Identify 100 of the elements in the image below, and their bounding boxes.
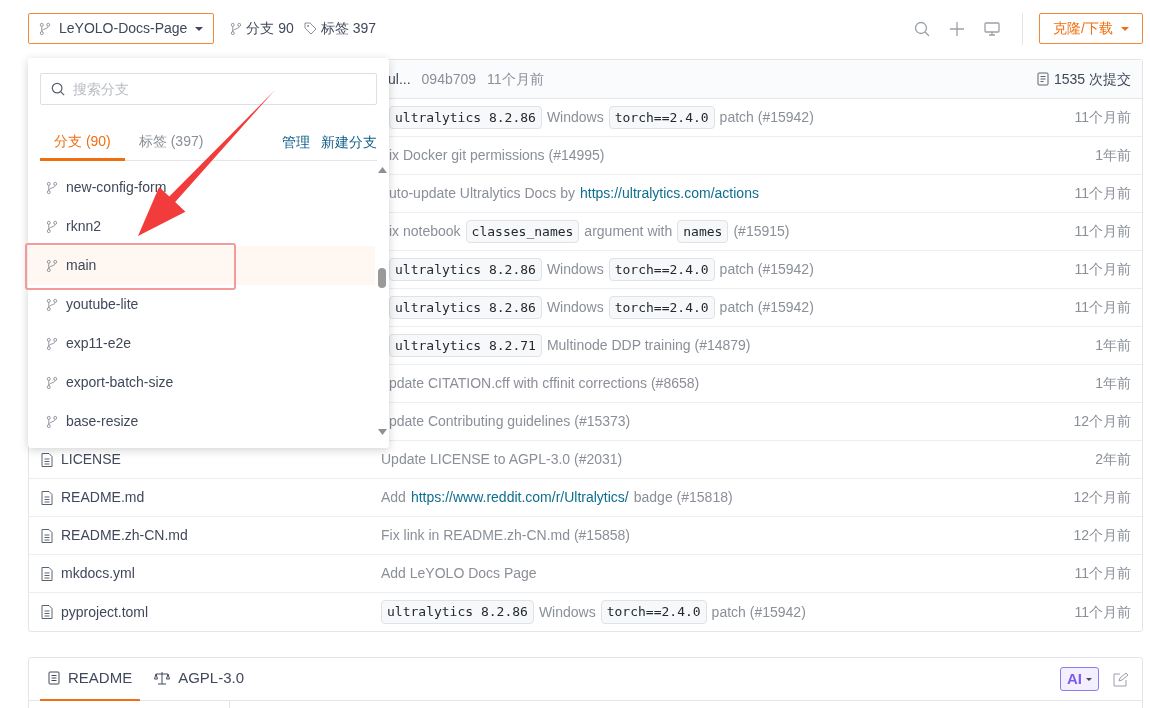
commit-message: Update LICENSE to AGPL-3.0 (#2031) — [381, 450, 623, 469]
scroll-down-icon — [377, 429, 387, 435]
branches-link[interactable]: 分支 90 — [230, 18, 294, 39]
commit-message[interactable]: ul... — [388, 68, 411, 90]
branch-icon — [39, 21, 51, 36]
search-icon[interactable] — [914, 20, 931, 37]
caret-icon — [1086, 677, 1092, 681]
edit-icon[interactable] — [1113, 671, 1128, 687]
branch-icon — [230, 21, 243, 36]
code-snippet: torch==2.4.0 — [600, 600, 707, 624]
caret-icon — [1121, 26, 1129, 31]
branch-icon — [46, 414, 58, 429]
scrollbar-thumb[interactable] — [378, 268, 386, 288]
commit-time: 11个月前 — [1074, 298, 1131, 317]
file-icon — [41, 605, 53, 619]
commit-message: Fix link in README.zh-CN.md (#15858) — [381, 526, 630, 545]
branch-action-link[interactable]: 新建分支 — [321, 124, 377, 160]
code-snippet: names — [677, 219, 729, 244]
tags-link[interactable]: 标签 397 — [303, 18, 377, 39]
commit-time: 12个月前 — [1073, 488, 1131, 507]
branch-icon — [46, 258, 58, 273]
commit-message: pdate Contributing guidelines (#15373) — [389, 412, 631, 431]
code-snippet: ultralytics 8.2.71 — [389, 333, 542, 358]
file-name[interactable]: pyproject.toml — [61, 601, 149, 623]
readme-tab[interactable]: README — [40, 657, 141, 701]
document-icon — [1036, 72, 1049, 86]
code-snippet: torch==2.4.0 — [608, 105, 715, 130]
ai-button[interactable]: AI — [1060, 667, 1099, 691]
branch-item[interactable]: main — [28, 246, 375, 285]
commit-message: Multinode DDP training (#14879) — [546, 336, 751, 355]
commit-message: uto-update Ultralytics Docs by — [389, 184, 575, 203]
branch-item[interactable]: exp11-e2e — [28, 324, 375, 363]
file-name[interactable]: README.md — [61, 487, 145, 508]
commit-message: Windows — [546, 298, 604, 317]
commit-message: Add — [381, 488, 406, 507]
branch-item[interactable]: new-config-form — [28, 168, 375, 207]
file-name[interactable]: mkdocs.yml — [61, 563, 135, 584]
commit-message: pdate CITATION.cff with cffinit corrections (#8658) — [389, 374, 700, 393]
commit-message: Windows — [546, 260, 604, 279]
commit-message: argument with — [584, 222, 673, 241]
commit-message: patch (#15942) — [711, 602, 806, 622]
monitor-icon[interactable] — [984, 20, 1001, 37]
commit-message: patch (#15942) — [719, 298, 814, 317]
scale-icon — [154, 671, 171, 685]
caret-icon — [195, 26, 204, 31]
commit-message: Add LeYOLO Docs Page — [381, 564, 537, 583]
code-snippet: torch==2.4.0 — [608, 257, 715, 282]
search-icon — [51, 82, 65, 96]
commit-message: patch (#15942) — [719, 260, 814, 279]
branch-icon — [46, 219, 58, 234]
commit-time: 11个月前 — [1074, 602, 1131, 622]
file-icon — [41, 528, 53, 543]
commit-time: 11个月前 — [1074, 260, 1131, 279]
commit-time: 1年前 — [1095, 146, 1131, 165]
branch-item[interactable]: export-batch-size — [28, 363, 375, 402]
commit-time: 1年前 — [1095, 336, 1131, 355]
search-input[interactable]: 搜索分支 — [73, 78, 366, 100]
document-icon — [48, 671, 60, 685]
commit-message: Windows — [546, 108, 604, 127]
plus-icon[interactable] — [949, 20, 966, 37]
commits-link[interactable]: 1535 次提交 — [1036, 68, 1131, 90]
commit-message: badge (#15818) — [633, 488, 733, 507]
branch-item[interactable]: rknn2 — [28, 207, 375, 246]
commit-time: 11个月前 — [1074, 184, 1131, 203]
file-icon — [41, 566, 53, 581]
branch-item[interactable]: base-resize — [28, 402, 375, 441]
commit-time: 12个月前 — [1073, 526, 1131, 545]
tag-icon — [303, 22, 317, 35]
commit-time: 1年前 — [1095, 374, 1131, 393]
readme-tab[interactable]: AGPL-3.0 — [146, 657, 253, 701]
code-snippet: ultralytics 8.2.86 — [389, 295, 542, 320]
code-snippet: ultralytics 8.2.86 — [381, 600, 534, 624]
code-snippet: ultralytics 8.2.86 — [389, 105, 542, 130]
branch-search-field[interactable]: 搜索分支 — [40, 73, 377, 105]
code-snippet: torch==2.4.0 — [608, 295, 715, 320]
commit-time: 12个月前 — [1073, 412, 1131, 431]
code-snippet: classes_names — [465, 219, 580, 244]
commit-link[interactable]: https://ultralytics.com/actions — [579, 183, 759, 204]
commit-time: 11个月前 — [1074, 108, 1131, 127]
file-name[interactable]: LICENSE — [61, 449, 121, 470]
commit-message: ix notebook — [389, 222, 461, 241]
commit-message: (#15915) — [733, 222, 790, 241]
branch-icon — [46, 375, 58, 390]
scroll-up-icon — [377, 167, 387, 173]
branch-icon — [46, 180, 58, 195]
commit-message: ix Docker git permissions (#14995) — [389, 146, 605, 165]
commit-time: 11个月前 — [1074, 222, 1131, 241]
commit-message: patch (#15942) — [719, 108, 814, 127]
commit-message: Windows — [538, 602, 596, 622]
branch-icon — [46, 297, 58, 312]
branch-icon — [46, 336, 58, 351]
commit-time: 2年前 — [1095, 450, 1131, 469]
file-icon — [41, 490, 53, 505]
branch-item[interactable]: youtube-lite — [28, 285, 375, 324]
commit-link[interactable]: https://www.reddit.com/r/Ultralytics/ — [410, 487, 629, 508]
branch-select-button[interactable]: LeYOLO-Docs-Page — [28, 13, 215, 44]
file-name[interactable]: README.zh-CN.md — [61, 525, 188, 546]
branch-action-link[interactable]: 管理 — [282, 124, 310, 160]
commit-time: 11个月前 — [487, 69, 544, 89]
commit-time: 11个月前 — [1074, 564, 1131, 583]
